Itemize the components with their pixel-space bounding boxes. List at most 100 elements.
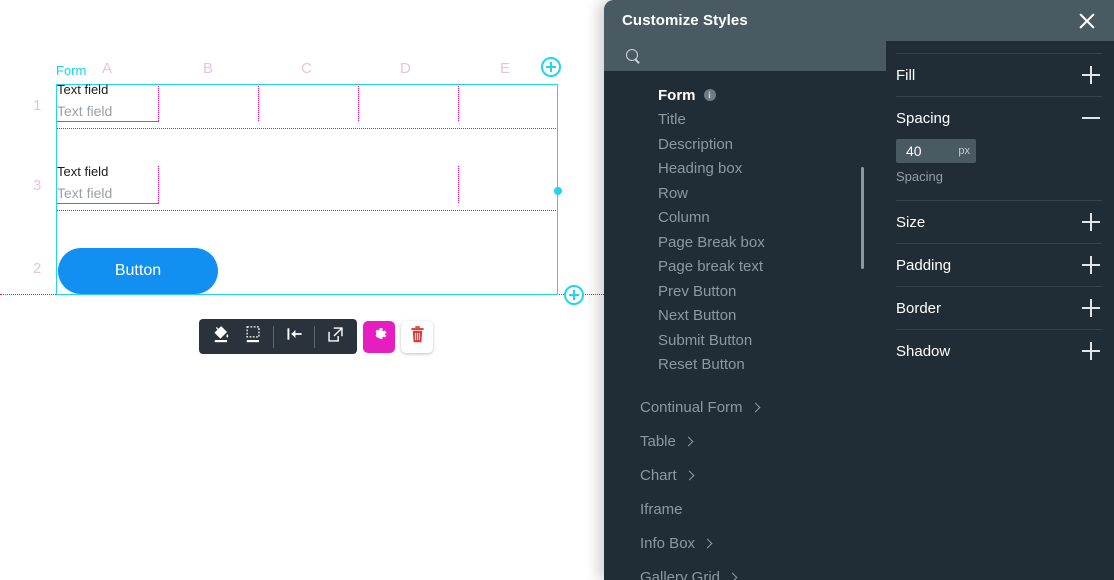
form-canvas[interactable]: A B C D E 1 3 2 Form Text field Text fie…: [0, 0, 604, 580]
toolbar-group: [199, 319, 357, 354]
column-header-d[interactable]: D: [400, 61, 411, 76]
column-header-c[interactable]: C: [301, 61, 312, 76]
style-item-page-break-box[interactable]: Page Break box: [604, 230, 886, 255]
border-color-button[interactable]: [237, 322, 269, 352]
style-group-label: Chart: [640, 466, 677, 484]
expand-plus-icon[interactable]: [1082, 66, 1100, 84]
style-list: Form i Title Description Heading box Row…: [604, 71, 886, 580]
add-row-button[interactable]: [564, 285, 584, 305]
fill-color-button[interactable]: [205, 322, 237, 352]
expand-plus-icon[interactable]: [1082, 342, 1100, 360]
section-border-header[interactable]: Border: [896, 287, 1102, 329]
row-header-3[interactable]: 3: [33, 178, 41, 193]
text-field-input[interactable]: Text field: [57, 97, 159, 122]
style-group-label: Iframe: [640, 500, 683, 518]
style-group-continual-form[interactable]: Continual Form: [604, 390, 886, 424]
column-header-a[interactable]: A: [102, 61, 112, 76]
row-header-1[interactable]: 1: [33, 98, 41, 113]
section-size-header[interactable]: Size: [896, 201, 1102, 243]
list-scrollbar[interactable]: [861, 167, 864, 269]
expand-plus-icon[interactable]: [1082, 213, 1100, 231]
style-item-description[interactable]: Description: [604, 132, 886, 157]
open-external-button[interactable]: [319, 322, 351, 352]
column-header-e[interactable]: E: [500, 61, 510, 76]
close-icon[interactable]: [1076, 10, 1098, 32]
section-spacing-header[interactable]: Spacing: [896, 97, 1102, 139]
section-label: Size: [896, 213, 926, 231]
app-root: A B C D E 1 3 2 Form Text field Text fie…: [0, 0, 1114, 580]
style-group-chart[interactable]: Chart: [604, 458, 886, 492]
toolbar-divider: [314, 325, 315, 348]
style-item-next-button[interactable]: Next Button: [604, 304, 886, 329]
style-group-info-box[interactable]: Info Box: [604, 526, 886, 560]
style-group-label: Continual Form: [640, 398, 743, 416]
expand-plus-icon[interactable]: [1082, 256, 1100, 274]
style-item-column[interactable]: Column: [604, 206, 886, 231]
search-bar[interactable]: [604, 41, 886, 71]
style-item-heading-box[interactable]: Heading box: [604, 157, 886, 182]
section-label: Spacing: [896, 109, 951, 127]
section-shadow-header[interactable]: Shadow: [896, 330, 1102, 372]
add-column-button[interactable]: [541, 57, 561, 77]
settings-button[interactable]: [363, 320, 395, 353]
resize-handle-right[interactable]: [554, 187, 562, 195]
style-item-submit-button[interactable]: Submit Button: [604, 328, 886, 353]
section-spacing: Spacing px Spacing: [896, 96, 1102, 200]
text-field-widget[interactable]: Text field Text field: [57, 82, 159, 122]
gear-icon: [370, 325, 389, 349]
expand-plus-icon[interactable]: [1082, 299, 1100, 317]
chevron-right-icon: [683, 436, 694, 446]
search-input[interactable]: [648, 46, 868, 66]
text-field-input[interactable]: Text field: [57, 179, 159, 204]
form-button[interactable]: Button: [58, 248, 218, 294]
text-field-widget[interactable]: Text field Text field: [57, 164, 159, 204]
section-fill-header[interactable]: Fill: [896, 54, 1102, 96]
chevron-right-icon: [750, 402, 760, 412]
style-item-label: Form: [658, 86, 696, 104]
style-group-iframe[interactable]: Iframe: [604, 492, 886, 526]
section-border: Border: [896, 286, 1102, 329]
style-group-table[interactable]: Table: [604, 424, 886, 458]
section-shadow: Shadow: [896, 329, 1102, 372]
toolbar-divider: [273, 325, 274, 348]
chevron-right-icon: [684, 470, 695, 480]
style-group-gallery-grid[interactable]: Gallery Grid: [604, 560, 886, 580]
section-padding-header[interactable]: Padding: [896, 244, 1102, 286]
style-item-form[interactable]: Form i: [604, 83, 886, 108]
style-item-row[interactable]: Row: [604, 181, 886, 206]
row-header-2[interactable]: 2: [33, 261, 41, 276]
collapse-minus-icon[interactable]: [1082, 109, 1100, 127]
column-header-b[interactable]: B: [203, 61, 213, 76]
text-field-label: Text field: [57, 82, 109, 97]
style-group-label: Info Box: [640, 534, 696, 552]
spacing-caption: Spacing: [896, 169, 943, 184]
panel-header: Customize Styles: [604, 0, 1114, 41]
text-field-label: Text field: [57, 164, 109, 179]
search-icon: [626, 49, 640, 63]
style-item-prev-button[interactable]: Prev Button: [604, 279, 886, 304]
section-label: Fill: [896, 66, 916, 84]
form-label[interactable]: Form: [56, 64, 86, 77]
style-item-page-break-text[interactable]: Page break text: [604, 255, 886, 280]
element-toolbar[interactable]: [199, 319, 433, 354]
section-label: Padding: [896, 256, 952, 274]
spacing-input-wrapper[interactable]: px: [896, 139, 976, 163]
spacing-input[interactable]: [904, 142, 948, 160]
style-item-title[interactable]: Title: [604, 108, 886, 133]
border-box-icon: [244, 324, 263, 349]
chevron-right-icon: [702, 538, 713, 548]
align-left-icon: [285, 325, 304, 348]
info-icon[interactable]: i: [703, 89, 716, 102]
section-spacing-body: px Spacing: [896, 139, 1102, 200]
section-size: Size: [896, 200, 1102, 243]
spacing-unit-label: px: [958, 145, 970, 157]
chevron-right-icon: [727, 572, 738, 580]
style-item-reset-button[interactable]: Reset Button: [604, 353, 886, 378]
delete-button[interactable]: [401, 320, 433, 353]
align-left-button[interactable]: [278, 322, 310, 352]
paint-bucket-icon: [212, 324, 231, 349]
panel-body: Form i Title Description Heading box Row…: [604, 41, 1114, 580]
external-link-icon: [326, 325, 345, 349]
style-group-label: Gallery Grid: [640, 568, 721, 580]
